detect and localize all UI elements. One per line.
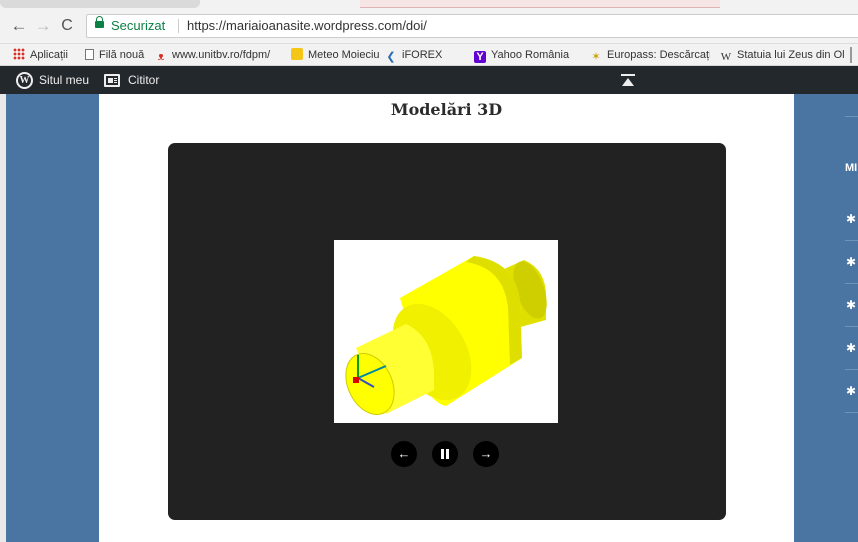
bookmark-new-tab[interactable]: Filă nouă — [85, 44, 145, 65]
bookmark-yahoo[interactable]: Y Yahoo România — [474, 44, 570, 65]
forward-button[interactable]: → — [32, 14, 54, 38]
slideshow-prev-button[interactable]: ← — [391, 441, 417, 467]
my-site-link[interactable]: Situl meu — [39, 66, 89, 94]
content-column: Modelări 3D ← → — [99, 94, 794, 542]
bookmark-unitbv[interactable]: ᴥ www.unitbv.ro/fdpm/ — [155, 44, 271, 65]
browser-tab[interactable] — [360, 0, 720, 8]
bookmark-europass[interactable]: ✶ Europass: Descărcați f — [590, 44, 710, 65]
bookmark-label: Yahoo România — [491, 49, 570, 61]
reader-icon[interactable] — [104, 74, 120, 87]
collapse-bar-arrow — [622, 78, 634, 86]
page-title: Modelări 3D — [390, 100, 503, 119]
page-icon — [85, 49, 94, 60]
bookmarks-overflow-divider — [850, 47, 852, 63]
collapse-bar-icon[interactable] — [621, 74, 635, 86]
browser-toolbar: ← → C Securizat https://mariaioanasite.w… — [0, 8, 858, 44]
iforex-icon: ❮ — [386, 51, 396, 63]
gear-icon[interactable]: ✱ — [846, 385, 856, 397]
reload-button[interactable]: C — [56, 14, 78, 38]
sidebar-divider — [845, 412, 858, 413]
axis-origin-marker — [353, 377, 359, 383]
sidebar-divider — [845, 240, 858, 241]
sidebar-divider — [845, 283, 858, 284]
gear-icon[interactable]: ✱ — [846, 342, 856, 354]
slideshow-pause-button[interactable] — [432, 441, 458, 467]
address-bar[interactable]: Securizat https://mariaioanasite.wordpre… — [86, 14, 858, 38]
sidebar-divider — [845, 369, 858, 370]
bookmark-meteo[interactable]: Meteo Moieciu judetu — [291, 44, 380, 65]
gear-icon[interactable]: ✱ — [846, 299, 856, 311]
bookmark-label: Meteo Moieciu judetu — [308, 49, 380, 61]
browser-tab-active[interactable] — [0, 0, 200, 8]
slideshow-next-button[interactable]: → — [473, 441, 499, 467]
apps-grid-icon — [13, 48, 25, 60]
unitbv-icon: ᴥ — [157, 51, 165, 63]
bookmark-label: iFOREX — [402, 49, 443, 61]
page-area: Modelări 3D ← → MI ✱ ✱ ✱ ✱ ✱ — [0, 94, 858, 542]
url-text[interactable]: https://mariaioanasite.wordpress.com/doi… — [187, 15, 427, 37]
bookmarks-bar: Aplicații Filă nouă ᴥ www.unitbv.ro/fdpm/… — [0, 44, 858, 66]
sidebar-widget-title: MI — [845, 162, 858, 174]
sidebar-divider — [845, 326, 858, 327]
omnibox-divider — [178, 19, 179, 33]
bookmark-label: www.unitbv.ro/fdpm/ — [172, 49, 271, 61]
bookmark-label: Filă nouă — [99, 49, 145, 61]
back-button[interactable]: ← — [8, 14, 30, 38]
collapse-bar-line — [621, 74, 635, 76]
page-left-edge — [0, 94, 6, 542]
pause-icon — [441, 449, 449, 459]
sidebar-divider — [845, 116, 858, 117]
lock-icon — [95, 16, 104, 28]
wp-admin-bar: W Situl meu Cititor — [0, 66, 858, 94]
slideshow: ← → — [168, 143, 726, 520]
slideshow-image[interactable] — [334, 240, 558, 423]
3d-model-image — [345, 256, 547, 415]
wikipedia-icon: W — [720, 51, 732, 63]
tab-strip — [0, 0, 858, 8]
bookmark-apps[interactable]: Aplicații — [13, 44, 68, 65]
bookmark-iforex[interactable]: ❮ iFOREX — [385, 44, 443, 65]
reader-link[interactable]: Cititor — [128, 66, 159, 94]
europass-icon: ✶ — [591, 51, 601, 63]
gear-icon[interactable]: ✱ — [846, 256, 856, 268]
bookmark-label: Statuia lui Zeus din Ol — [737, 49, 845, 61]
bookmark-label: Europass: Descărcați f — [607, 49, 710, 61]
yahoo-icon: Y — [474, 51, 486, 63]
bookmark-wikipedia[interactable]: W Statuia lui Zeus din Ol — [720, 44, 846, 65]
wordpress-logo-icon[interactable]: W — [16, 72, 33, 89]
gear-icon[interactable]: ✱ — [846, 213, 856, 225]
bookmark-label: Aplicații — [30, 49, 68, 61]
secure-label: Securizat — [111, 18, 166, 33]
meteo-icon — [291, 48, 303, 60]
